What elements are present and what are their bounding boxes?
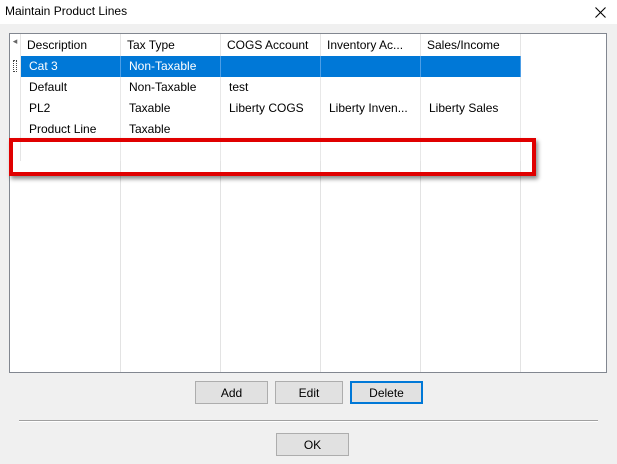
table-row[interactable]: Product Line Taxable <box>10 119 521 140</box>
cell-sales-income[interactable] <box>421 119 521 140</box>
separator <box>19 420 598 422</box>
window-title: Maintain Product Lines <box>5 4 128 18</box>
column-header-cogs-account[interactable]: COGS Account <box>221 34 321 56</box>
highlight-annotation <box>9 138 536 176</box>
cell-cogs-account[interactable]: test <box>221 77 321 98</box>
row-selector[interactable] <box>10 56 21 77</box>
title-bar: Maintain Product Lines <box>0 0 617 24</box>
row-selector[interactable] <box>10 77 21 98</box>
cell-inventory-account[interactable] <box>321 77 421 98</box>
column-header-tax-type[interactable]: Tax Type <box>121 34 221 56</box>
cell-tax-type[interactable]: Taxable <box>121 119 221 140</box>
column-header-description[interactable]: Description <box>21 34 121 56</box>
cell-inventory-account[interactable] <box>321 119 421 140</box>
table-row[interactable]: Cat 3 Non-Taxable <box>10 56 521 77</box>
close-icon <box>594 6 606 18</box>
ok-button[interactable]: OK <box>276 433 349 456</box>
cell-sales-income[interactable] <box>421 56 521 77</box>
grid-header: ◂ Description Tax Type COGS Account Inve… <box>10 34 521 57</box>
column-header-inventory-account[interactable]: Inventory Ac... <box>321 34 421 56</box>
add-button[interactable]: Add <box>195 381 268 404</box>
cell-sales-income[interactable]: Liberty Sales <box>421 98 521 119</box>
row-selector[interactable] <box>10 98 21 119</box>
cell-cogs-account[interactable] <box>221 119 321 140</box>
cell-description[interactable]: PL2 <box>21 98 121 119</box>
column-header-sales-income[interactable]: Sales/Income <box>421 34 521 56</box>
product-lines-grid[interactable]: ◂ Description Tax Type COGS Account Inve… <box>9 33 607 373</box>
current-row-indicator <box>13 60 17 72</box>
cell-inventory-account[interactable] <box>321 56 421 77</box>
cell-inventory-account[interactable]: Liberty Inven... <box>321 98 421 119</box>
cell-tax-type[interactable]: Taxable <box>121 98 221 119</box>
cell-cogs-account[interactable]: Liberty COGS <box>221 98 321 119</box>
cell-tax-type[interactable]: Non-Taxable <box>121 56 221 77</box>
cell-description[interactable]: Cat 3 <box>21 56 121 77</box>
table-row[interactable]: Default Non-Taxable test <box>10 77 521 98</box>
cell-cogs-account[interactable] <box>221 56 321 77</box>
cell-sales-income[interactable] <box>421 77 521 98</box>
row-header-corner: ◂ <box>10 34 21 56</box>
delete-button[interactable]: Delete <box>350 381 423 404</box>
close-button[interactable] <box>583 0 617 24</box>
table-row[interactable]: PL2 Taxable Liberty COGS Liberty Inven..… <box>10 98 521 119</box>
cell-description[interactable]: Default <box>21 77 121 98</box>
cell-description[interactable]: Product Line <box>21 119 121 140</box>
row-selector[interactable] <box>10 119 21 140</box>
cell-tax-type[interactable]: Non-Taxable <box>121 77 221 98</box>
edit-button[interactable]: Edit <box>275 381 343 404</box>
